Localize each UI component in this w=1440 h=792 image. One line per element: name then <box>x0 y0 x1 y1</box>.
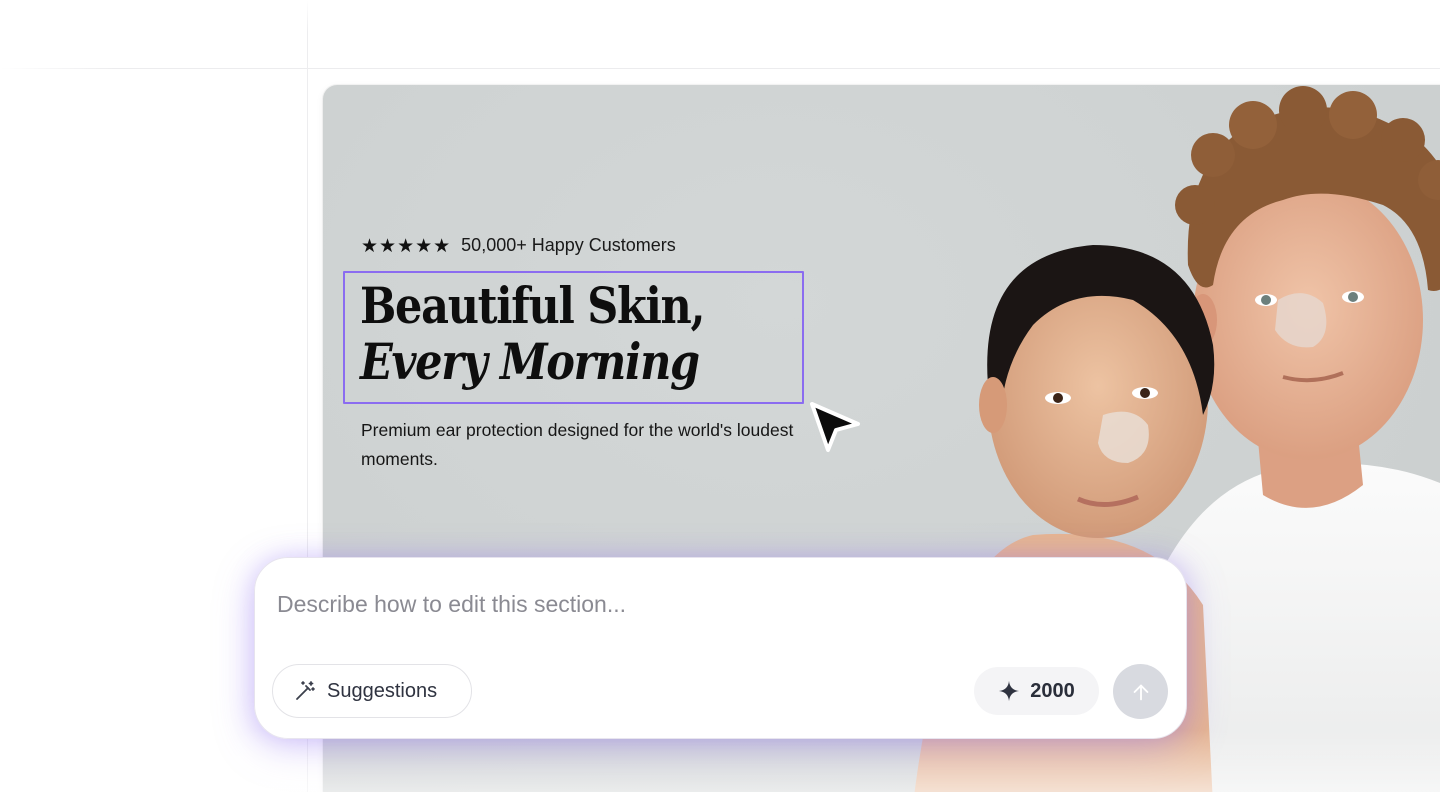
rating-row: ★★★★★ 50,000+ Happy Customers <box>361 235 676 256</box>
sparkle-icon <box>999 680 1020 702</box>
credits-badge: 2000 <box>974 667 1099 715</box>
suggestions-label: Suggestions <box>327 679 438 702</box>
star-icon: ★★★★★ <box>361 234 452 257</box>
magic-wand-icon <box>296 681 315 700</box>
edit-prompt-input[interactable] <box>277 584 1137 624</box>
headline-line-2: Every Morning <box>360 332 700 391</box>
edit-prompt-box: Suggestions 2000 <box>254 557 1187 739</box>
arrow-up-icon <box>1133 684 1148 700</box>
mouse-pointer-icon <box>810 402 860 452</box>
send-button[interactable] <box>1113 664 1168 719</box>
hero-headline[interactable]: Beautiful Skin, Every Morning <box>360 276 705 391</box>
headline-line-1: Beautiful Skin, <box>360 276 705 335</box>
top-bar <box>0 0 1440 69</box>
credits-value: 2000 <box>1030 679 1075 702</box>
suggestions-button[interactable]: Suggestions <box>272 664 472 718</box>
rating-text: 50,000+ Happy Customers <box>461 235 676 255</box>
hero-description[interactable]: Premium ear protection designed for the … <box>361 416 801 473</box>
